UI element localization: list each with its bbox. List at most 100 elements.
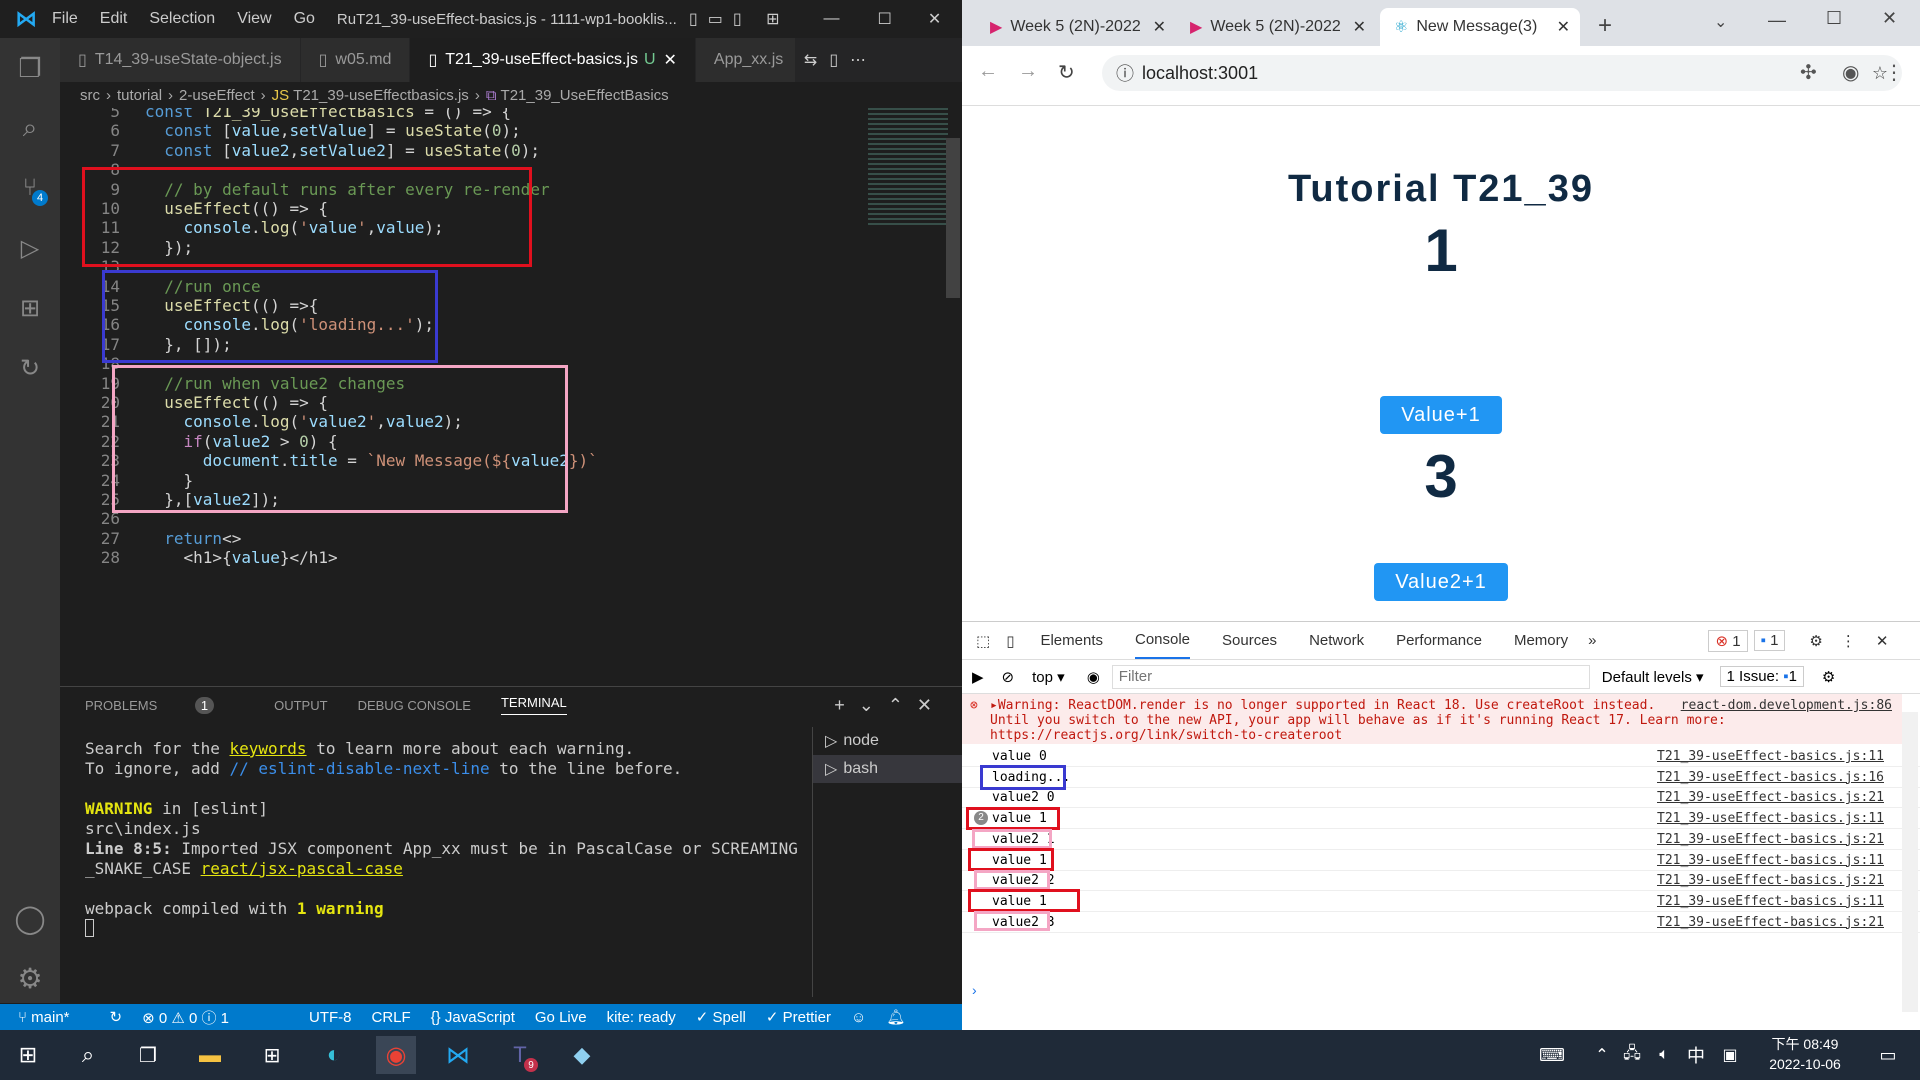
status-encoding[interactable]: UTF-8 — [309, 1009, 352, 1026]
editor-actions[interactable]: ⇆▯⋯ — [796, 38, 878, 82]
browser-tab-week5-a[interactable]: ▶ Week 5 (2N)-2022 ✕ — [976, 8, 1176, 46]
breadcrumb-symbol[interactable]: T21_39_UseEffectBasics — [501, 87, 669, 104]
warning-source[interactable]: react-dom.development.js:86 — [1681, 698, 1892, 713]
console-source-link[interactable]: T21_39-useEffect-basics.js:16 — [1657, 767, 1884, 788]
devtools-tab-memory[interactable]: Memory — [1514, 632, 1568, 649]
feedback-icon[interactable]: ☺ — [851, 1009, 866, 1026]
status-eol[interactable]: CRLF — [372, 1009, 411, 1026]
extensions-puzzle-icon[interactable]: ✣ — [1800, 60, 1817, 85]
edge-icon[interactable]: ◐ — [314, 1036, 354, 1074]
url-field[interactable]: ⓘ localhost:3001 ☆ — [1102, 55, 1902, 91]
chrome-icon[interactable]: ◉ — [376, 1036, 416, 1074]
breadcrumb-2-useEffect[interactable]: 2-useEffect — [179, 87, 255, 104]
menu-file[interactable]: File — [52, 10, 78, 28]
forward-icon[interactable]: → — [1018, 60, 1038, 83]
tab-output[interactable]: OUTPUT — [274, 698, 327, 713]
menu-selection[interactable]: Selection — [149, 10, 215, 28]
tab-problems[interactable]: PROBLEMS 1 — [85, 696, 244, 714]
devtools-tab-network[interactable]: Network — [1309, 632, 1364, 649]
clear-console-icon[interactable]: ⊘ — [1002, 668, 1015, 686]
menu-go[interactable]: Go — [294, 10, 315, 28]
console-source-link[interactable]: T21_39-useEffect-basics.js:21 — [1657, 787, 1884, 808]
clock[interactable]: 下午 08:49 2022-10-06 — [1755, 1034, 1855, 1074]
console-scrollbar[interactable] — [1902, 712, 1918, 1012]
console-settings-icon[interactable]: ⚙ — [1822, 668, 1835, 686]
close-tab-icon[interactable]: ✕ — [664, 50, 677, 70]
info-icon[interactable]: ⓘ — [1116, 60, 1134, 86]
ime-mode-icon[interactable]: ▣ — [1710, 1036, 1750, 1074]
console-source-link[interactable]: T21_39-useEffect-basics.js:21 — [1657, 912, 1884, 933]
status-language[interactable]: {} JavaScript — [431, 1009, 515, 1026]
devtools-tab-elements[interactable]: Elements — [1040, 632, 1103, 649]
log-levels-select[interactable]: Default levels ▾ — [1602, 668, 1704, 686]
console-source-link[interactable]: T21_39-useEffect-basics.js:11 — [1657, 746, 1884, 767]
panel-actions[interactable]: +⌄⌃✕ — [834, 695, 946, 716]
file-explorer-icon[interactable]: ▬ — [190, 1036, 230, 1074]
terminal-session-bash[interactable]: ▷ bash — [813, 755, 962, 783]
search-icon[interactable]: ⌕ — [68, 1036, 108, 1074]
devtools-menu-icon[interactable]: ⋮ — [1841, 632, 1856, 650]
editor-scrollbar[interactable] — [946, 138, 960, 298]
devtools-tab-console[interactable]: Console — [1134, 622, 1191, 659]
minimize-button[interactable]: — — [824, 10, 840, 28]
value-plus-button[interactable]: Value+1 — [1380, 396, 1502, 434]
status-branch[interactable]: ⑂ main* — [18, 1009, 90, 1026]
issues-button[interactable]: 1 Issue: ▪1 — [1719, 666, 1804, 687]
live-expression-icon[interactable]: ◉ — [1087, 668, 1100, 686]
console-source-link[interactable]: T21_39-useEffect-basics.js:11 — [1657, 891, 1884, 912]
reload-icon[interactable]: ↻ — [1058, 60, 1075, 85]
extensions-icon[interactable]: ⊞ — [0, 278, 60, 338]
minimap[interactable] — [868, 108, 948, 228]
remote-icon[interactable]: ↻ — [0, 338, 60, 398]
new-tab-button[interactable]: + — [1598, 12, 1612, 40]
menu-edit[interactable]: Edit — [100, 10, 128, 28]
breadcrumb-file[interactable]: T21_39-useEffectbasics.js — [293, 87, 469, 104]
devtools-settings-icon[interactable]: ⚙ — [1809, 632, 1822, 650]
layout-icons[interactable]: ▯▭▯ ⊞ — [689, 9, 790, 29]
menu-view[interactable]: View — [237, 10, 271, 28]
console-source-link[interactable]: T21_39-useEffect-basics.js:21 — [1657, 870, 1884, 891]
chrome-close-button[interactable]: ✕ — [1882, 8, 1897, 29]
teams-icon[interactable]: T9 — [500, 1036, 540, 1074]
tab-debug-console[interactable]: DEBUG CONSOLE — [358, 698, 471, 713]
explorer-icon[interactable]: ❐ — [0, 38, 60, 98]
terminal-output[interactable]: Search for the keywords to learn more ab… — [85, 739, 845, 999]
tab-terminal[interactable]: TERMINAL — [500, 695, 567, 715]
device-toolbar-icon[interactable]: ▯ — [1006, 632, 1014, 650]
status-prettier[interactable]: ✓ Prettier — [766, 1008, 831, 1026]
source-control-icon[interactable]: ⑂ 4 — [0, 158, 60, 218]
inspect-icon[interactable]: ⬚ — [976, 632, 990, 650]
console-source-link[interactable]: T21_39-useEffect-basics.js:11 — [1657, 850, 1884, 871]
tab-app-xx[interactable]: App_xx.js — [695, 38, 796, 82]
status-spell[interactable]: ✓ Spell — [696, 1008, 746, 1026]
tab-useEffect-basics[interactable]: ▯ T21_39-useEffect-basics.js U ✕ — [410, 38, 696, 82]
value2-plus-button[interactable]: Value2+1 — [1374, 563, 1508, 601]
terminal-session-node[interactable]: ▷ node — [813, 727, 962, 755]
sidebar-toggle-icon[interactable]: ▶ — [972, 668, 984, 686]
start-icon[interactable]: ⊞ — [8, 1036, 48, 1074]
profile-icon[interactable]: ◉ — [1842, 60, 1859, 85]
chrome-maximize-button[interactable]: ☐ — [1826, 8, 1842, 29]
console-source-link[interactable]: T21_39-useEffect-basics.js:21 — [1657, 829, 1884, 850]
run-debug-icon[interactable]: ▷ — [0, 218, 60, 278]
app-icon[interactable]: ◆ — [562, 1036, 602, 1074]
browser-tab-week5-b[interactable]: ▶ Week 5 (2N)-2022 ✕ — [1176, 8, 1376, 46]
more-tabs-icon[interactable]: » — [1588, 632, 1596, 649]
devtools-close-icon[interactable]: ✕ — [1876, 632, 1889, 650]
search-icon[interactable]: ⌕ — [0, 98, 60, 158]
console-source-link[interactable]: T21_39-useEffect-basics.js:11 — [1657, 808, 1884, 829]
vscode-icon[interactable]: ⋈ — [438, 1036, 478, 1074]
status-golive[interactable]: Go Live — [535, 1009, 587, 1026]
settings-gear-icon[interactable]: ⚙ — [0, 948, 60, 1008]
tab-useState-object[interactable]: ▯ T14_39-useState-object.js — [60, 38, 301, 82]
sync-icon[interactable]: ↻ — [110, 1008, 123, 1026]
maximize-button[interactable]: ☐ — [878, 9, 892, 29]
breadcrumb-tutorial[interactable]: tutorial — [117, 87, 162, 104]
close-button[interactable]: ✕ — [928, 9, 941, 29]
tab-w05-md[interactable]: ▯ w05.md — [300, 38, 411, 82]
store-icon[interactable]: ⊞ — [252, 1036, 292, 1074]
code-editor[interactable]: 5 const T21_39_UseEffectBasics = () => {6… — [60, 108, 962, 686]
chrome-menu-icon[interactable]: ⋮ — [1884, 60, 1904, 85]
devtools-tab-performance[interactable]: Performance — [1396, 632, 1482, 649]
notifications-icon[interactable]: 🔔︎ — [886, 1008, 905, 1026]
